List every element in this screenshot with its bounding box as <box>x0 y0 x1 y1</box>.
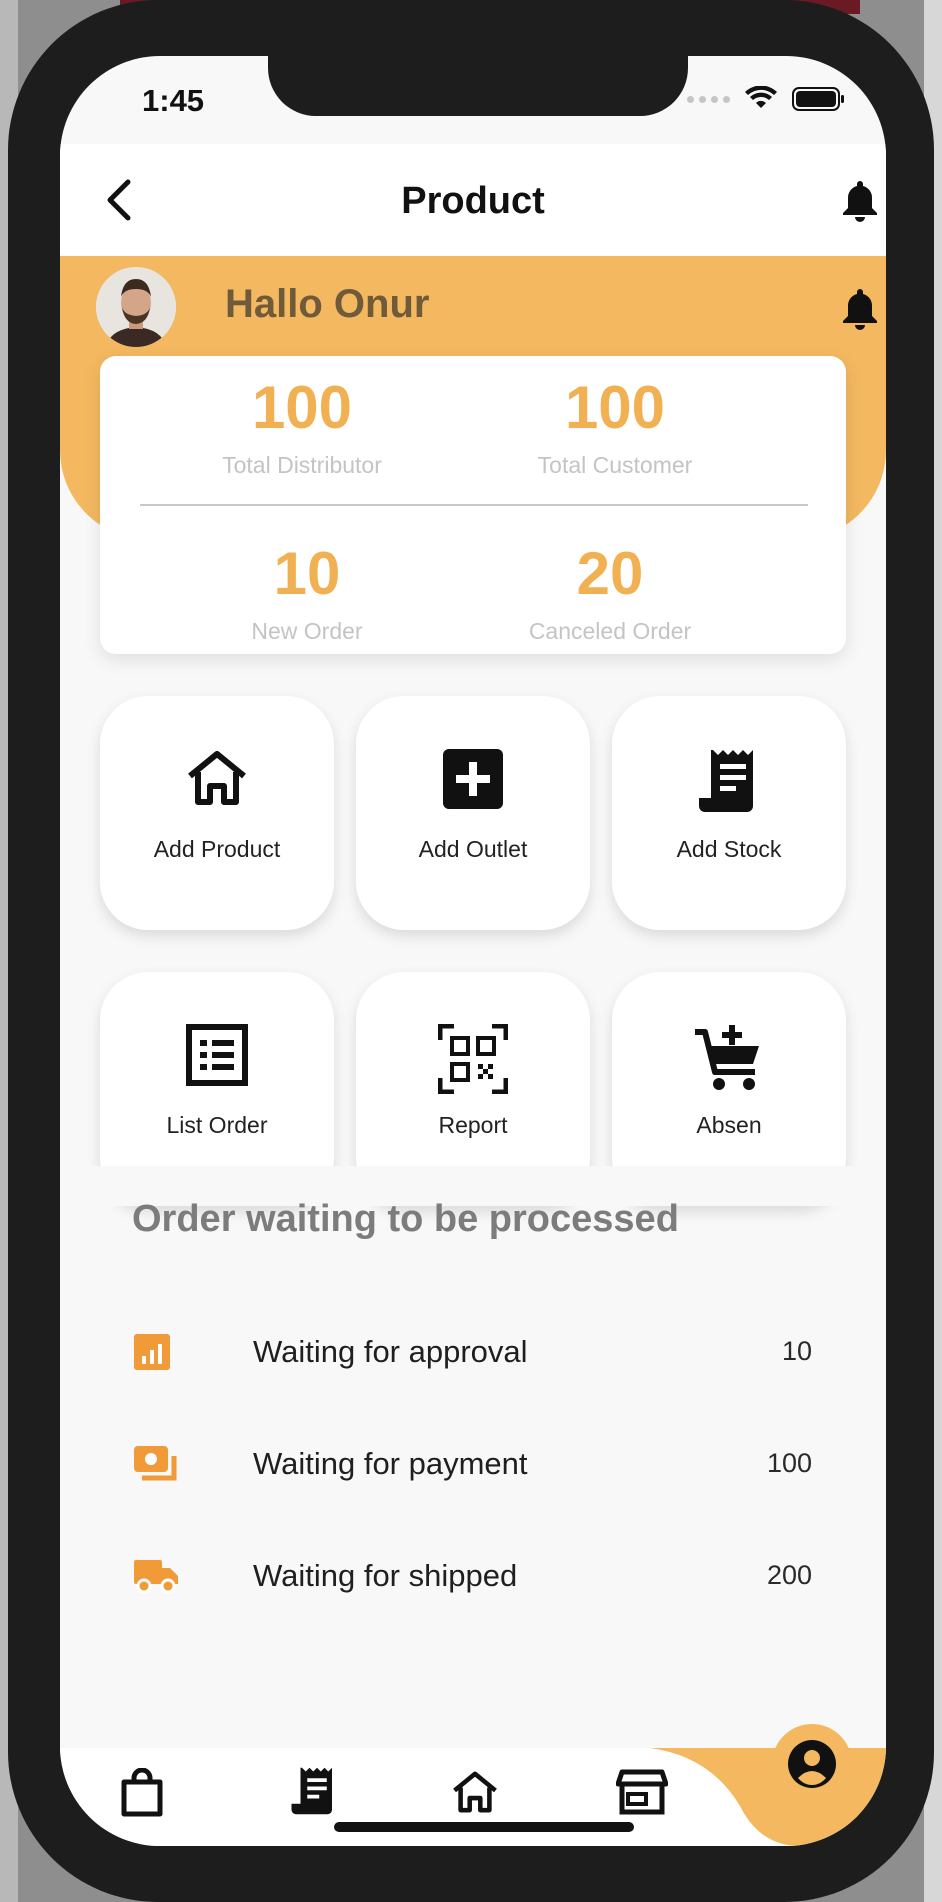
order-count: 10 <box>781 1336 812 1366</box>
home-icon[interactable] <box>450 1768 500 1816</box>
plus-box-icon <box>443 749 503 809</box>
stat-new-order: 10 New Order <box>222 544 392 645</box>
account-button[interactable] <box>772 1724 852 1804</box>
stat-canceled-order: 20 Canceled Order <box>495 544 725 645</box>
orders-section-title: Order waiting to be processed <box>132 1198 679 1240</box>
avatar-image <box>96 267 176 347</box>
cart-plus-icon <box>695 1023 759 1090</box>
shopping-bag-icon[interactable] <box>120 1768 164 1818</box>
status-time: 1:45 <box>142 83 205 118</box>
home-icon <box>188 751 246 805</box>
stat-value: 100 <box>564 374 666 441</box>
battery-icon <box>792 87 844 111</box>
stat-label: Total Customer <box>537 452 693 478</box>
order-count: 200 <box>766 1560 812 1590</box>
order-row-approval[interactable]: Waiting for approval 10 <box>60 1312 886 1392</box>
receipt-icon[interactable] <box>290 1764 338 1818</box>
receipt-icon <box>699 750 753 812</box>
tile-label: Add Stock <box>676 836 782 862</box>
order-label: Waiting for shipped <box>253 1558 518 1593</box>
wifi-icon <box>745 86 777 108</box>
stat-total-customer: 100 Total Customer <box>500 378 730 479</box>
tile-label: Absen <box>696 1112 762 1138</box>
stat-value: 100 <box>251 374 353 441</box>
chart-icon <box>134 1334 170 1370</box>
account-icon <box>788 1740 836 1788</box>
bell-icon[interactable] <box>840 286 880 330</box>
stat-total-distributor: 100 Total Distributor <box>202 378 402 479</box>
stat-label: Total Distributor <box>222 452 382 478</box>
order-count: 100 <box>766 1448 812 1478</box>
stat-label: New Order <box>251 618 363 644</box>
notch <box>268 56 688 116</box>
phone-frame: 1:45 Product Hallo Onur 100 Total Distri… <box>8 0 934 1902</box>
truck-icon <box>134 1560 178 1594</box>
stat-value: 10 <box>273 540 341 607</box>
qr-code-icon <box>437 1023 509 1095</box>
add-stock-button[interactable]: Add Stock <box>612 696 846 930</box>
tile-label: Add Product <box>153 836 281 862</box>
signal-dots-icon <box>687 95 730 103</box>
bell-icon[interactable] <box>840 178 880 222</box>
page-title: Product <box>401 180 545 222</box>
add-product-button[interactable]: Add Product <box>100 696 334 930</box>
payment-icon <box>134 1446 177 1481</box>
stats-divider <box>140 504 808 506</box>
stat-value: 20 <box>576 540 644 607</box>
status-icons <box>687 86 846 112</box>
phone-screen: 1:45 Product Hallo Onur 100 Total Distri… <box>60 56 886 1846</box>
add-outlet-button[interactable]: Add Outlet <box>356 696 590 930</box>
order-label: Waiting for approval <box>253 1334 528 1369</box>
order-row-shipped[interactable]: Waiting for shipped 200 <box>60 1536 886 1616</box>
app-bar: Product <box>60 144 886 256</box>
tile-label: Add Outlet <box>418 836 528 862</box>
tile-label: List Order <box>166 1112 268 1138</box>
order-label: Waiting for payment <box>253 1446 528 1481</box>
list-icon <box>186 1024 248 1086</box>
order-row-payment[interactable]: Waiting for payment 100 <box>60 1424 886 1504</box>
tile-label: Report <box>438 1112 508 1138</box>
home-indicator <box>334 1822 634 1832</box>
avatar[interactable] <box>96 267 176 347</box>
stat-label: Canceled Order <box>528 618 692 644</box>
greeting-text: Hallo Onur <box>225 282 430 326</box>
stats-card: 100 Total Distributor 100 Total Customer… <box>100 356 846 654</box>
